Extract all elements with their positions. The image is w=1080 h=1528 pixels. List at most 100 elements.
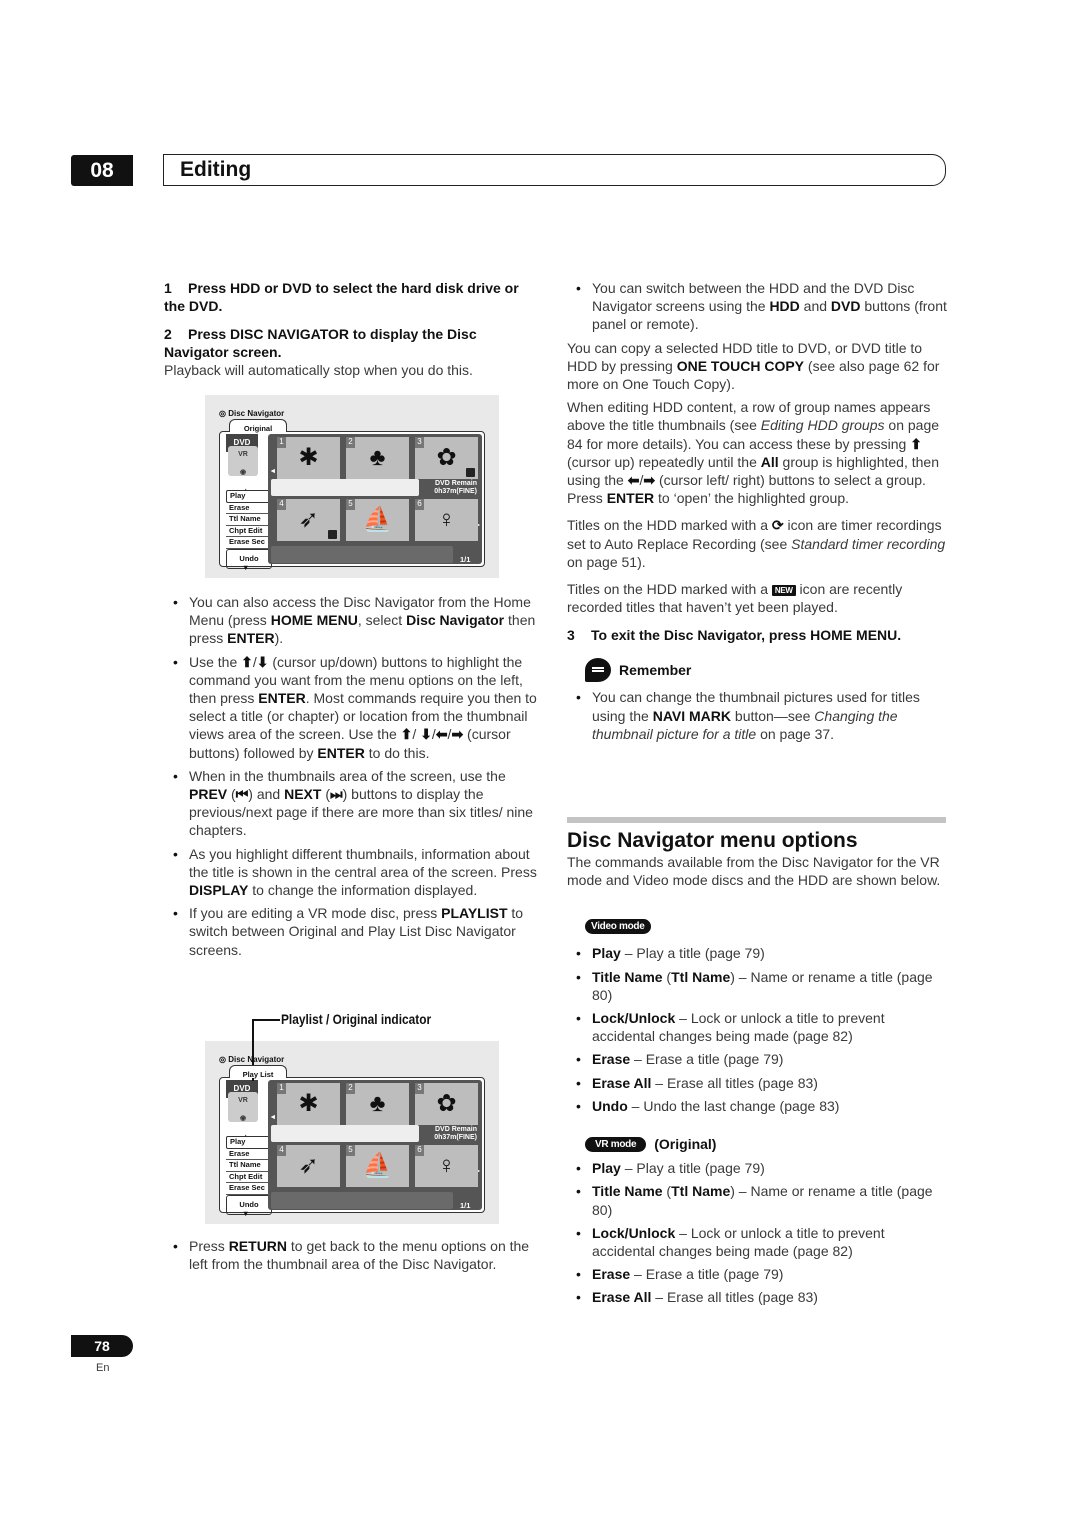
menu-down-arrow[interactable]: ▼: [242, 559, 249, 577]
text-run: (: [321, 786, 331, 803]
windsurfer-icon: ⛵: [362, 1152, 393, 1179]
left-last-bullet: Press RETURN to get back to the menu opt…: [164, 1237, 542, 1273]
text-run: Titles on the HDD marked with a: [567, 581, 772, 598]
text-run: If you are editing a VR mode disc, press: [189, 905, 442, 922]
bold-text: PREV: [189, 786, 228, 803]
title-thumbnail[interactable]: 4 ➶: [277, 1145, 340, 1187]
title-thumbnail[interactable]: 4 ➶: [277, 499, 340, 541]
text-run: – Erase all titles (page 83): [651, 1289, 818, 1306]
title-info-area: [271, 1125, 419, 1142]
step-text: To exit the Disc Navigator, press HOME M…: [591, 627, 902, 644]
prev-page-arrow[interactable]: ◂: [271, 1108, 275, 1126]
menu-item[interactable]: Chpt Edit: [226, 526, 272, 537]
title-thumbnail[interactable]: 6 ♀: [415, 1145, 478, 1187]
skater-icon: ♀: [437, 1152, 456, 1179]
arrow-icon: ⬆: [910, 435, 922, 452]
bold-text: Lock/Unlock: [592, 1224, 676, 1241]
menu-item[interactable]: Ttl Name: [226, 514, 272, 526]
step-3: 3 To exit the Disc Navigator, press HOME …: [567, 626, 947, 644]
bullet-item: Erase – Erase a title (page 79): [567, 1265, 947, 1283]
menu-item[interactable]: Erase: [226, 503, 272, 514]
bold-text: Play: [592, 945, 621, 962]
bold-text: DVD: [830, 298, 861, 315]
menu-item[interactable]: Erase Sec: [226, 1183, 272, 1195]
lock-icon: [328, 530, 337, 539]
bullet-item: Use the ⬆/⬇ (cursor up/down) buttons to …: [164, 653, 542, 762]
indicator-label: Playlist / Original indicator: [281, 1011, 432, 1027]
screen-title-text: Disc Navigator: [228, 1055, 285, 1064]
title-thumbnail[interactable]: 1 ✱: [277, 437, 340, 479]
vr-mode-badge: VR mode: [585, 1136, 647, 1152]
prev-page-arrow[interactable]: ◂: [271, 462, 275, 480]
arrow-icon: ➡: [451, 726, 464, 743]
arrow-icon: ➡: [643, 472, 656, 489]
status-bar: [271, 546, 453, 563]
menu-item[interactable]: Erase Sec: [226, 537, 272, 549]
menu-item[interactable]: Ttl Name: [226, 1160, 272, 1172]
text-run: ) and: [248, 786, 285, 803]
bullet-item: Erase All – Erase all titles (page 83): [567, 1288, 947, 1306]
bold-text: Erase All: [592, 1074, 652, 1091]
bold-text: Disc Navigator: [406, 612, 505, 629]
step-number: 2: [164, 326, 172, 342]
text-run: (: [227, 786, 236, 803]
step-text: Press HDD or DVD to select the hard disk…: [164, 280, 519, 314]
arrow-icon: ⟳: [771, 517, 784, 534]
menu-item[interactable]: Play: [226, 1136, 272, 1149]
page-indicator: 1/1: [460, 555, 471, 564]
bold-text: ENTER: [317, 744, 365, 761]
disc-mode: VR: [238, 1097, 248, 1104]
new-icon: NEW: [771, 585, 796, 597]
menu-item[interactable]: Erase: [226, 1149, 272, 1160]
italic-text: Editing HDD groups: [760, 417, 885, 434]
windsurfer-icon: ⛵: [362, 506, 393, 533]
title-thumbnail[interactable]: 2 ♣: [346, 437, 409, 479]
video-mode-badge: Video mode: [585, 919, 651, 935]
menu-down-arrow[interactable]: ▼: [242, 1205, 249, 1223]
bullet-item: If you are editing a VR mode disc, press…: [164, 904, 542, 959]
bold-text: DISPLAY: [189, 882, 249, 899]
bullet-item: You can switch between the HDD and the D…: [567, 279, 947, 334]
bold-text: Ttl Name: [671, 1183, 731, 1200]
title-thumbnail[interactable]: 6 ♀: [415, 499, 478, 541]
page-language: En: [96, 1362, 110, 1374]
title-thumbnail[interactable]: 3 ✿: [415, 1083, 478, 1125]
page-indicator: 1/1: [460, 1201, 471, 1210]
paragraph: Titles on the HDD marked with a ⟳ icon a…: [567, 516, 947, 571]
vr-heading: (Original): [654, 1136, 717, 1153]
lily-icon: ✿: [436, 1090, 457, 1117]
text-run: – Erase a title (page 79): [630, 1051, 784, 1068]
skater-icon: ♀: [437, 506, 456, 533]
text-run: Press: [189, 1238, 229, 1254]
bold-text: HOME MENU: [270, 612, 358, 629]
title-thumbnail[interactable]: 5 ⛵: [346, 1145, 409, 1187]
step-number: 3: [567, 627, 575, 644]
menu-item[interactable]: Play: [226, 490, 272, 503]
bold-text: HDD: [769, 298, 800, 315]
remain-value: 0h37m(FINE): [434, 1134, 477, 1141]
thumbnail-number: 1: [277, 437, 286, 448]
menu-item[interactable]: Chpt Edit: [226, 1172, 272, 1183]
thumbnail-number: 5: [346, 1145, 355, 1156]
bullet-item: Play – Play a title (page 79): [567, 944, 947, 962]
thumbnail-number: 4: [277, 499, 286, 510]
bold-text: Undo: [592, 1097, 628, 1114]
leaf-icon: ✱: [298, 1090, 319, 1117]
thumbnail-number: 1: [277, 1083, 286, 1094]
title-thumbnail[interactable]: 3 ✿: [415, 437, 478, 479]
step-text: Press DISC NAVIGATOR to display the Disc…: [164, 326, 477, 360]
bold-text: RETURN: [228, 1238, 288, 1254]
disc-navigator-icon: ◎: [219, 1055, 226, 1064]
text-run: on page 51).: [567, 553, 646, 570]
bold-text: All: [760, 453, 779, 470]
thumbnail-number: 2: [346, 437, 355, 448]
bullet-item: Press RETURN to get back to the menu opt…: [164, 1237, 542, 1273]
title-thumbnail[interactable]: 2 ♣: [346, 1083, 409, 1125]
title-thumbnail[interactable]: 5 ⛵: [346, 499, 409, 541]
thumbnail-number: 4: [277, 1145, 286, 1156]
left-column: 1 Press HDD or DVD to select the hard dis…: [164, 279, 542, 379]
command-menu: Play Erase Ttl Name Chpt Edit Erase Sec: [226, 1136, 272, 1195]
bold-text: ENTER: [227, 630, 275, 647]
text-run: – Play a title (page 79): [620, 945, 765, 962]
title-thumbnail[interactable]: 1 ✱: [277, 1083, 340, 1125]
